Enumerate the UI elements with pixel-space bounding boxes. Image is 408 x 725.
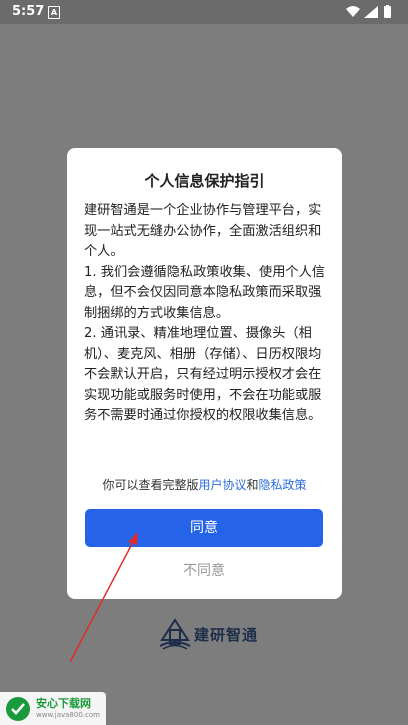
status-bar: 5:57 A xyxy=(0,0,408,24)
agree-button[interactable]: 同意 xyxy=(85,509,323,547)
dialog-title: 个人信息保护指引 xyxy=(144,172,265,190)
brand-name: 建研智通 xyxy=(194,626,259,644)
privacy-policy-link[interactable]: 隐私政策 xyxy=(259,478,307,492)
status-icons xyxy=(346,5,391,18)
privacy-dialog: 个人信息保护指引 建研智通是一个企业协作与管理平台，实现一站式无缝办公协作，全面… xyxy=(67,148,342,599)
disagree-button[interactable]: 不同意 xyxy=(85,556,323,586)
battery-icon xyxy=(384,6,391,18)
policy-point-2: 2. 通讯录、精准地理位置、摄像头（相机）、麦克风、相册（存储）、日历权限均不会… xyxy=(84,326,322,423)
watermark-url: www.java800.com xyxy=(36,711,100,719)
notification-icon: A xyxy=(48,6,60,19)
watermark-title: 安心下载网 xyxy=(36,697,91,710)
watermark-logo-icon xyxy=(6,697,30,721)
watermark: 安心下载网 www.java800.com xyxy=(0,692,106,725)
agreement-prefix: 你可以查看完整版 xyxy=(102,478,199,492)
policy-point-1: 1. 我们会遵循隐私政策收集、使用个人信息，但不会仅因同意本隐私政策而采取强制捆… xyxy=(84,264,325,321)
agreement-line: 你可以查看完整版用户协议和隐私政策 xyxy=(67,476,342,493)
intro-paragraph: 建研智通是一个企业协作与管理平台，实现一站式无缝办公协作，全面激活组织和个人。 xyxy=(84,203,322,259)
brand-logo: 建研智通 xyxy=(158,618,266,652)
wifi-icon xyxy=(346,6,360,17)
dialog-body[interactable]: 建研智通是一个企业协作与管理平台，实现一站式无缝办公协作，全面激活组织和个人。 … xyxy=(84,201,327,445)
user-agreement-link[interactable]: 用户协议 xyxy=(198,478,246,492)
status-time: 5:57 xyxy=(12,4,45,19)
brand-logo-icon xyxy=(159,618,191,650)
signal-icon xyxy=(364,6,378,18)
and-text: 和 xyxy=(246,478,259,492)
